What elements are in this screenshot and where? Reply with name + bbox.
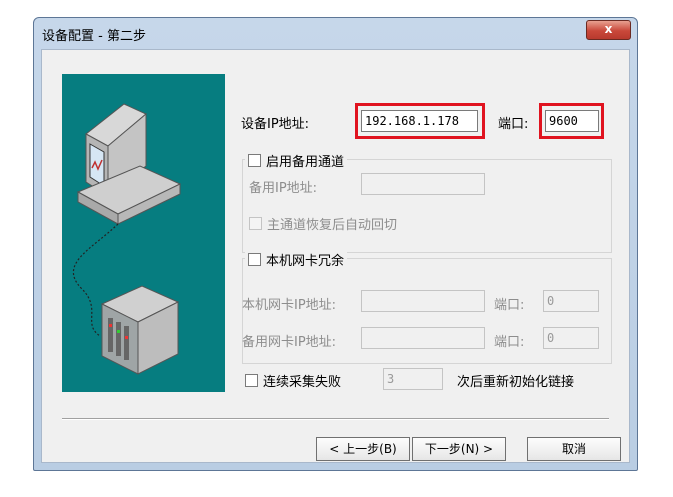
separator-line [62, 418, 609, 420]
prev-step-button[interactable]: < 上一步(B) [316, 437, 410, 461]
local-nic-port-label: 端口: [494, 298, 525, 313]
pc-and-plc-icon [72, 103, 182, 375]
auto-switch-checkbox[interactable]: 主通道恢复后自动回切 [249, 214, 397, 233]
reinit-suffix-label: 次后重新初始化链接 [457, 375, 575, 390]
backup-nic-port-field[interactable]: 0 [543, 327, 599, 349]
nic-redundancy-label: 本机网卡冗余 [266, 254, 345, 269]
checkbox-box [245, 374, 258, 387]
backup-nic-ip-field[interactable] [361, 327, 485, 349]
backup-ip-field[interactable] [361, 173, 485, 195]
close-button[interactable]: x [586, 20, 631, 40]
nic-redundancy-checkbox[interactable]: 本机网卡冗余 [245, 250, 348, 269]
local-nic-ip-label: 本机网卡IP地址: [242, 298, 337, 313]
next-step-button[interactable]: 下一步(N) > [412, 437, 506, 461]
cancel-button[interactable]: 取消 [527, 437, 621, 461]
local-nic-port-field[interactable]: 0 [543, 290, 599, 312]
reinit-checkbox[interactable]: 连续采集失败 [245, 371, 341, 390]
dialog-body: 设备IP地址: 192.168.1.178 端口: 9600 启用备用通道 备用… [41, 49, 630, 463]
reinit-prefix-label: 连续采集失败 [263, 375, 342, 390]
local-nic-ip-field[interactable] [361, 290, 485, 312]
ip-highlight-box [355, 103, 485, 139]
device-ip-label: 设备IP地址: [241, 117, 310, 132]
backup-channel-checkbox[interactable]: 启用备用通道 [245, 151, 348, 170]
dialog-window: 设备配置 - 第二步 x 设备IP地址: 192.168.1.178 端口: 9… [33, 17, 638, 471]
title-bar: 设备配置 - 第二步 x [34, 18, 637, 48]
checkbox-box [249, 217, 262, 230]
backup-nic-ip-label: 备用网卡IP地址: [242, 335, 337, 350]
device-port-label: 端口: [498, 117, 529, 132]
device-illustration [62, 74, 225, 392]
backup-channel-label: 启用备用通道 [266, 155, 345, 170]
backup-ip-label: 备用IP地址: [249, 181, 318, 196]
port-highlight-box [539, 103, 604, 139]
backup-nic-port-label: 端口: [494, 335, 525, 350]
checkbox-box [248, 253, 261, 266]
reinit-count-field[interactable]: 3 [383, 368, 443, 390]
checkbox-box [248, 154, 261, 167]
window-title: 设备配置 - 第二步 [42, 29, 146, 44]
auto-switch-label: 主通道恢复后自动回切 [267, 218, 398, 233]
